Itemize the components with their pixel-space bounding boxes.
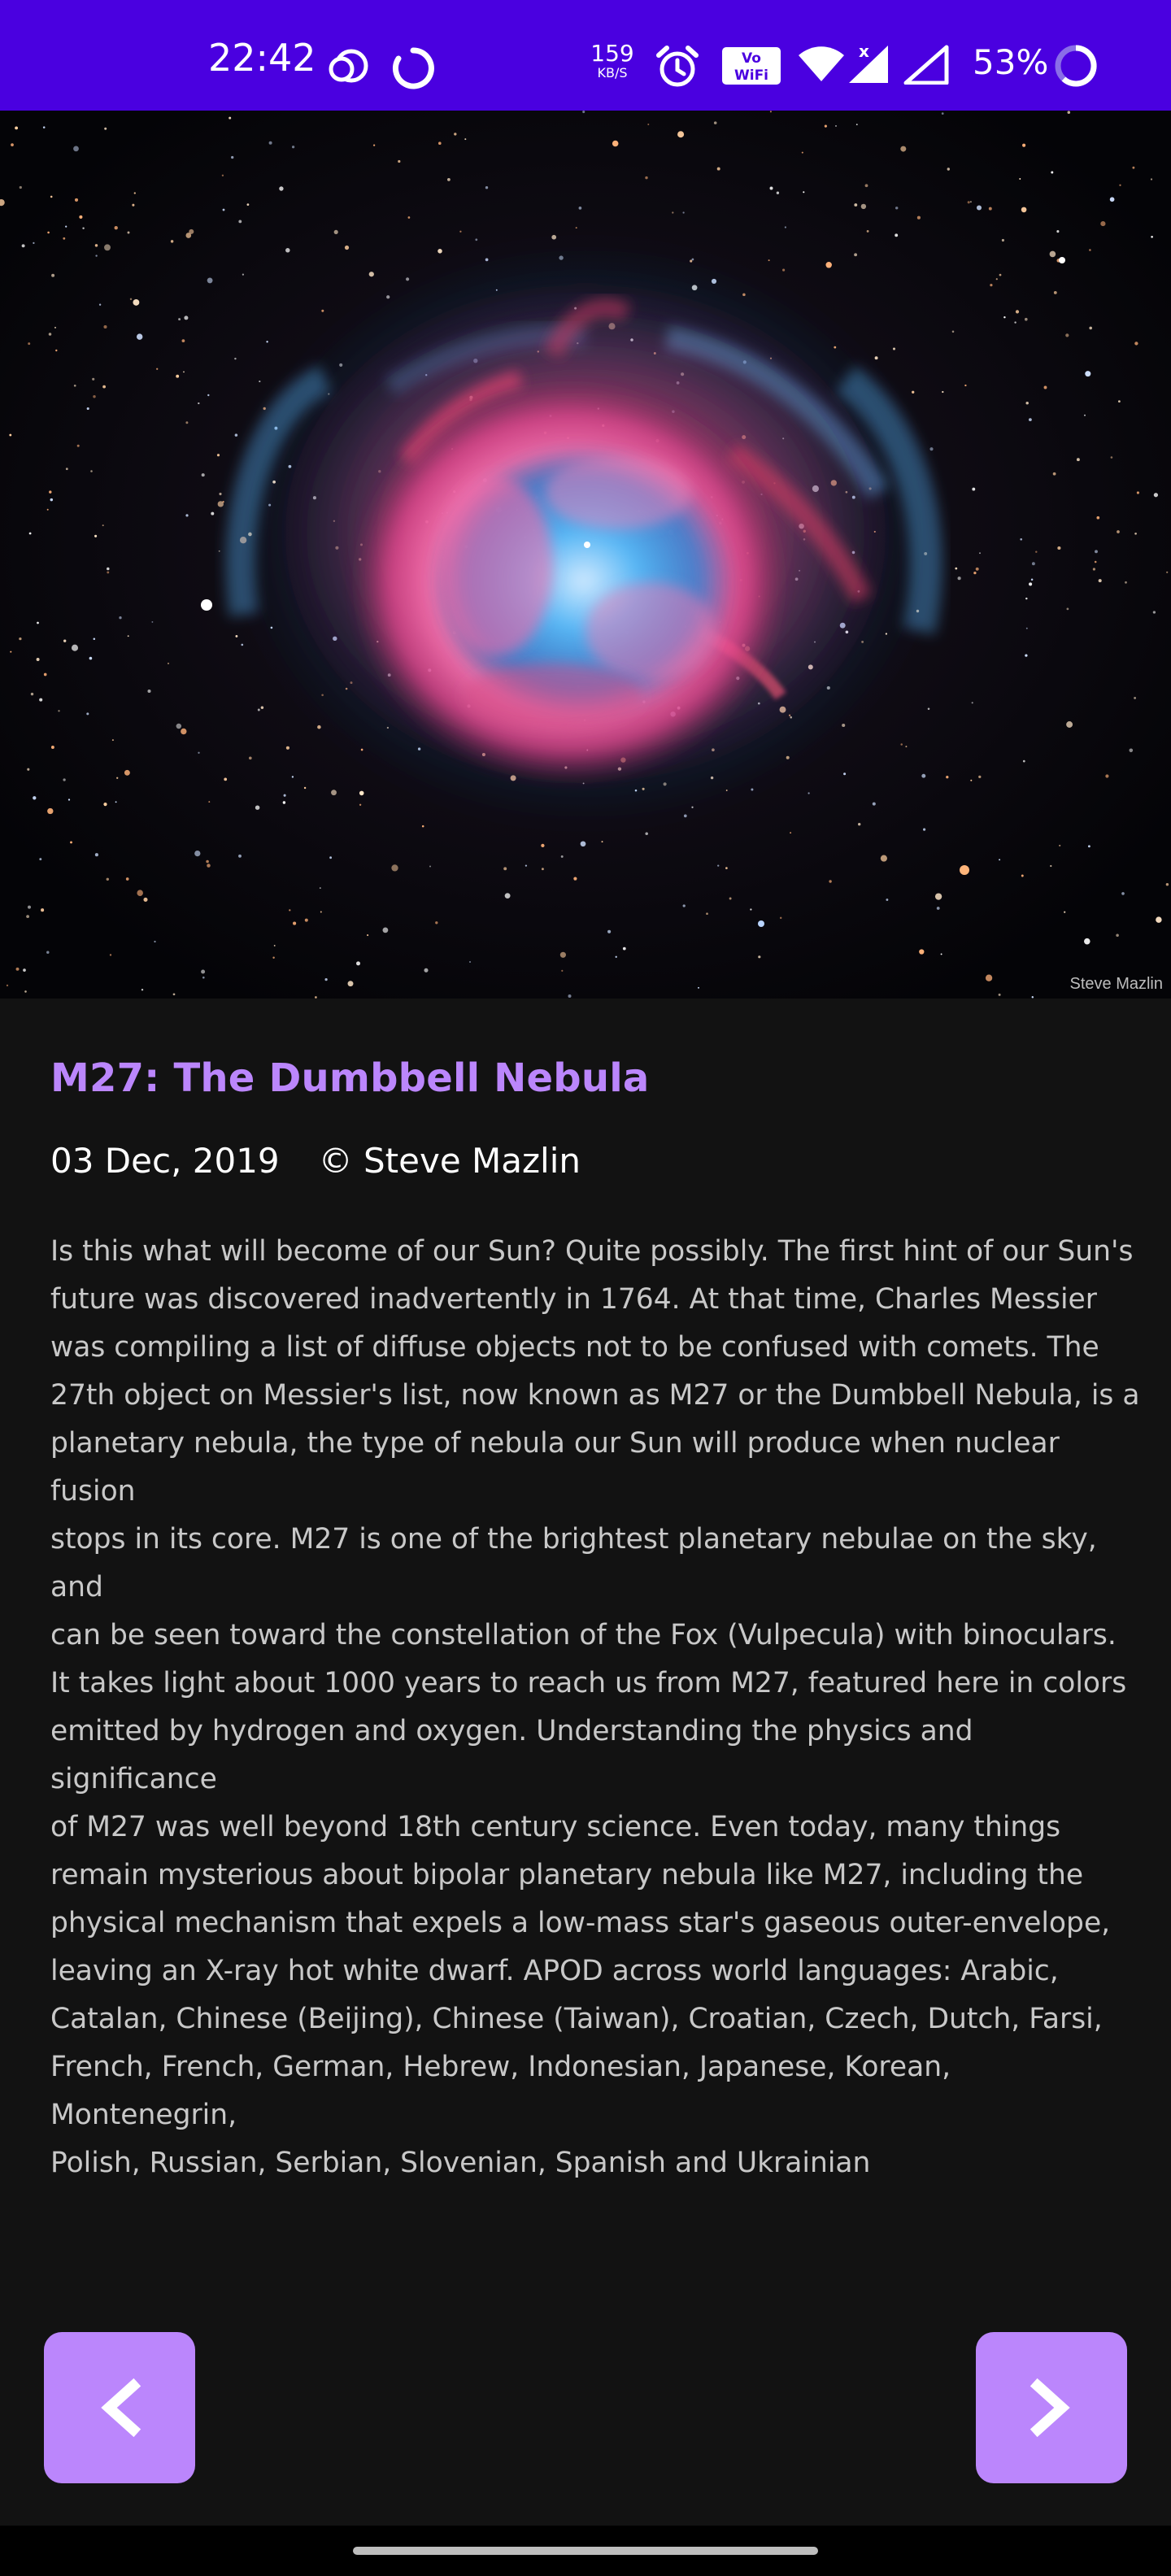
apod-image[interactable]: Steve Mazlin xyxy=(0,111,1171,999)
network-speed: 159 KB/S xyxy=(582,42,642,80)
network-speed-value: 159 xyxy=(590,40,634,67)
status-bar: 22:42 159 KB/S Vo WiFi x 53% xyxy=(0,0,1171,111)
svg-text:x: x xyxy=(859,41,869,61)
article-title: M27: The Dumbbell Nebula xyxy=(50,1055,650,1101)
chevron-left-icon xyxy=(101,2378,141,2438)
app-screen: 22:42 159 KB/S Vo WiFi x 53% Steve Mazli… xyxy=(0,0,1171,2576)
battery-ring-icon xyxy=(1052,42,1099,93)
next-button[interactable] xyxy=(976,2332,1127,2483)
article-description: Is this what will become of our Sun? Qui… xyxy=(50,1235,1140,2179)
article-date: 03 Dec, 2019 xyxy=(50,1141,280,1181)
image-credit: Steve Mazlin xyxy=(1069,975,1164,993)
article-meta: 03 Dec, 2019 © Steve Mazlin xyxy=(50,1135,581,1187)
article-copyright: © Steve Mazlin xyxy=(318,1141,581,1181)
network-speed-unit: KB/S xyxy=(597,65,628,80)
nebula-picture xyxy=(0,111,1171,999)
status-time: 22:42 xyxy=(208,36,316,80)
alarm-icon xyxy=(654,44,701,93)
sync-circle-icon xyxy=(390,46,436,94)
svg-text:WiFi: WiFi xyxy=(734,67,768,84)
battery-percent: 53% xyxy=(973,42,1049,82)
wifi-icon xyxy=(797,46,846,86)
svg-text:Vo: Vo xyxy=(742,50,761,67)
cloud-icon xyxy=(325,47,372,88)
chevron-right-icon xyxy=(1030,2378,1070,2438)
previous-button[interactable] xyxy=(44,2332,195,2483)
home-gesture-handle[interactable] xyxy=(353,2547,818,2555)
signal-x-icon: x xyxy=(846,41,898,88)
signal-icon xyxy=(903,44,950,88)
vowifi-icon: Vo WiFi xyxy=(720,46,782,89)
